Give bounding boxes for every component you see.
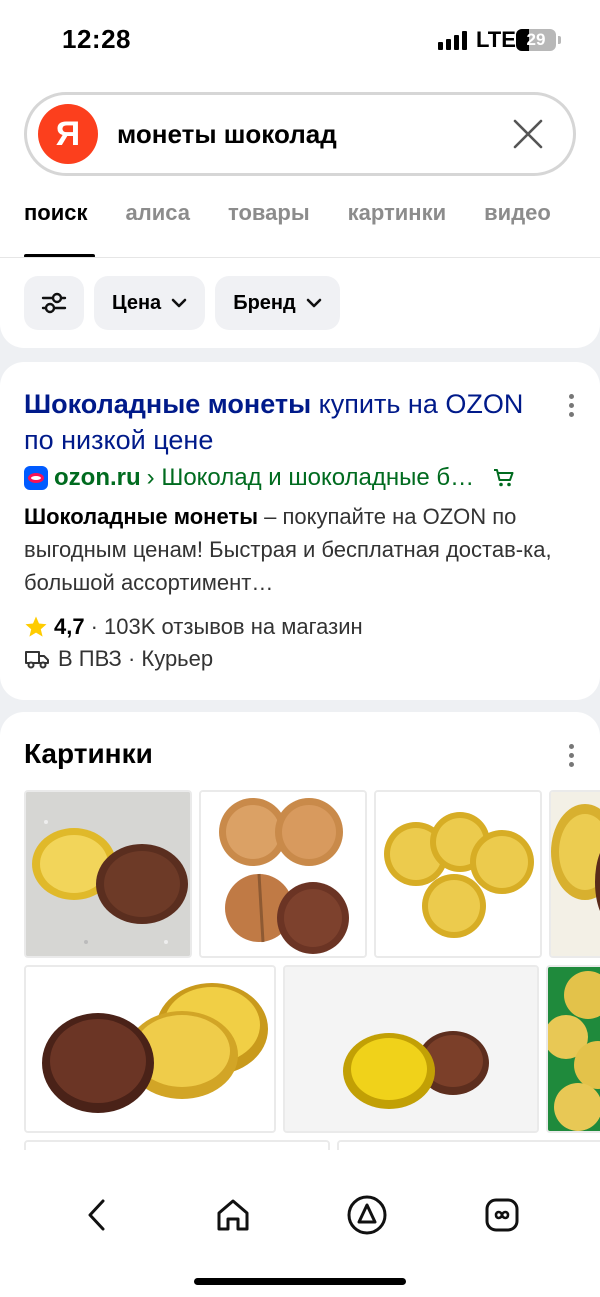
tab-images[interactable]: картинки	[348, 200, 447, 226]
chevron-down-icon	[171, 298, 187, 308]
coins-image	[551, 792, 600, 956]
result-path[interactable]: › Шоколад и шоколадные б…	[147, 464, 475, 492]
sliders-icon	[41, 292, 67, 314]
tab-video[interactable]: видео	[484, 200, 551, 226]
alice-icon	[347, 1195, 387, 1235]
rating-value: 4,7	[54, 614, 85, 639]
images-section-title[interactable]: Картинки	[24, 738, 153, 770]
tab-alice[interactable]: алиса	[126, 200, 190, 226]
result-snippet: Шоколадные монеты – покупайте на OZON по…	[24, 500, 564, 599]
star-icon	[25, 616, 47, 637]
result-domain[interactable]: ozon.ru	[54, 464, 141, 492]
more-options-icon[interactable]	[569, 394, 575, 417]
network-type: LTE	[476, 27, 516, 52]
image-thumbnail[interactable]	[199, 790, 367, 958]
tabs-icon	[485, 1198, 519, 1232]
alice-button[interactable]	[342, 1190, 392, 1240]
yandex-logo[interactable]: Я	[38, 104, 98, 164]
search-bar[interactable]: Я монеты шоколад	[24, 92, 576, 176]
chevron-left-icon	[88, 1199, 105, 1231]
delivery-truck-icon	[25, 651, 49, 669]
search-result-card: Шоколадные монеты купить на OZON по низк…	[0, 362, 600, 700]
tabs-button[interactable]	[477, 1190, 527, 1240]
brand-filter-label: Бренд	[233, 291, 296, 314]
home-icon	[217, 1199, 249, 1231]
coins-image	[548, 967, 600, 1131]
coins-image	[26, 792, 190, 956]
image-thumbnail[interactable]	[24, 965, 276, 1133]
result-delivery: В ПВЗ · Курьер	[24, 646, 213, 672]
search-input[interactable]: монеты шоколад	[117, 119, 337, 150]
more-options-icon[interactable]	[569, 744, 575, 767]
image-thumbnail[interactable]	[549, 790, 600, 958]
divider	[0, 257, 600, 258]
result-source[interactable]: ozon.ru › Шоколад и шоколадные б…	[24, 464, 584, 492]
home-indicator[interactable]	[194, 1278, 406, 1285]
search-tabs: поиск алиса товары картинки видео	[24, 200, 551, 226]
tab-goods[interactable]: товары	[228, 200, 310, 226]
image-thumbnail[interactable]	[283, 965, 539, 1133]
ozon-favicon	[24, 466, 48, 490]
filter-bar: Цена Бренд	[24, 276, 340, 330]
back-button[interactable]	[72, 1190, 122, 1240]
rating-reviews: · 103K отзывов на магазин	[90, 614, 363, 639]
brand-filter-button[interactable]: Бренд	[215, 276, 340, 330]
coins-image	[201, 792, 365, 956]
image-thumbnail[interactable]	[546, 965, 600, 1133]
image-thumbnail[interactable]	[24, 790, 192, 958]
tab-search[interactable]: поиск	[24, 200, 88, 226]
home-button[interactable]	[208, 1190, 258, 1240]
cart-icon	[494, 469, 514, 487]
snippet-bold: Шоколадные монеты	[24, 504, 258, 529]
price-filter-button[interactable]: Цена	[94, 276, 206, 330]
signal-icon	[438, 30, 467, 50]
status-bar: 12:28 LTE 29	[0, 0, 600, 80]
price-filter-label: Цена	[112, 291, 162, 314]
coins-image	[26, 967, 274, 1131]
result-rating: 4,7 · 103K отзывов на магазин	[24, 614, 363, 640]
filter-settings-button[interactable]	[24, 276, 84, 330]
coins-image	[376, 792, 540, 956]
chevron-down-icon	[306, 298, 321, 308]
result-title-bold: Шоколадные монеты	[24, 389, 312, 419]
search-header: Я монеты шоколад поиск алиса товары карт…	[0, 80, 600, 348]
image-thumbnail[interactable]	[374, 790, 542, 958]
battery-icon: 29	[516, 29, 561, 51]
close-icon[interactable]	[511, 117, 545, 151]
status-time: 12:28	[62, 24, 131, 54]
battery-level: 29	[526, 30, 546, 49]
coins-image	[285, 967, 537, 1131]
bottom-nav	[0, 1150, 600, 1297]
result-title-link[interactable]: Шоколадные монеты купить на OZON по низк…	[24, 386, 544, 458]
images-section: Картинки	[0, 712, 600, 1172]
delivery-text: В ПВЗ · Курьер	[58, 646, 214, 671]
